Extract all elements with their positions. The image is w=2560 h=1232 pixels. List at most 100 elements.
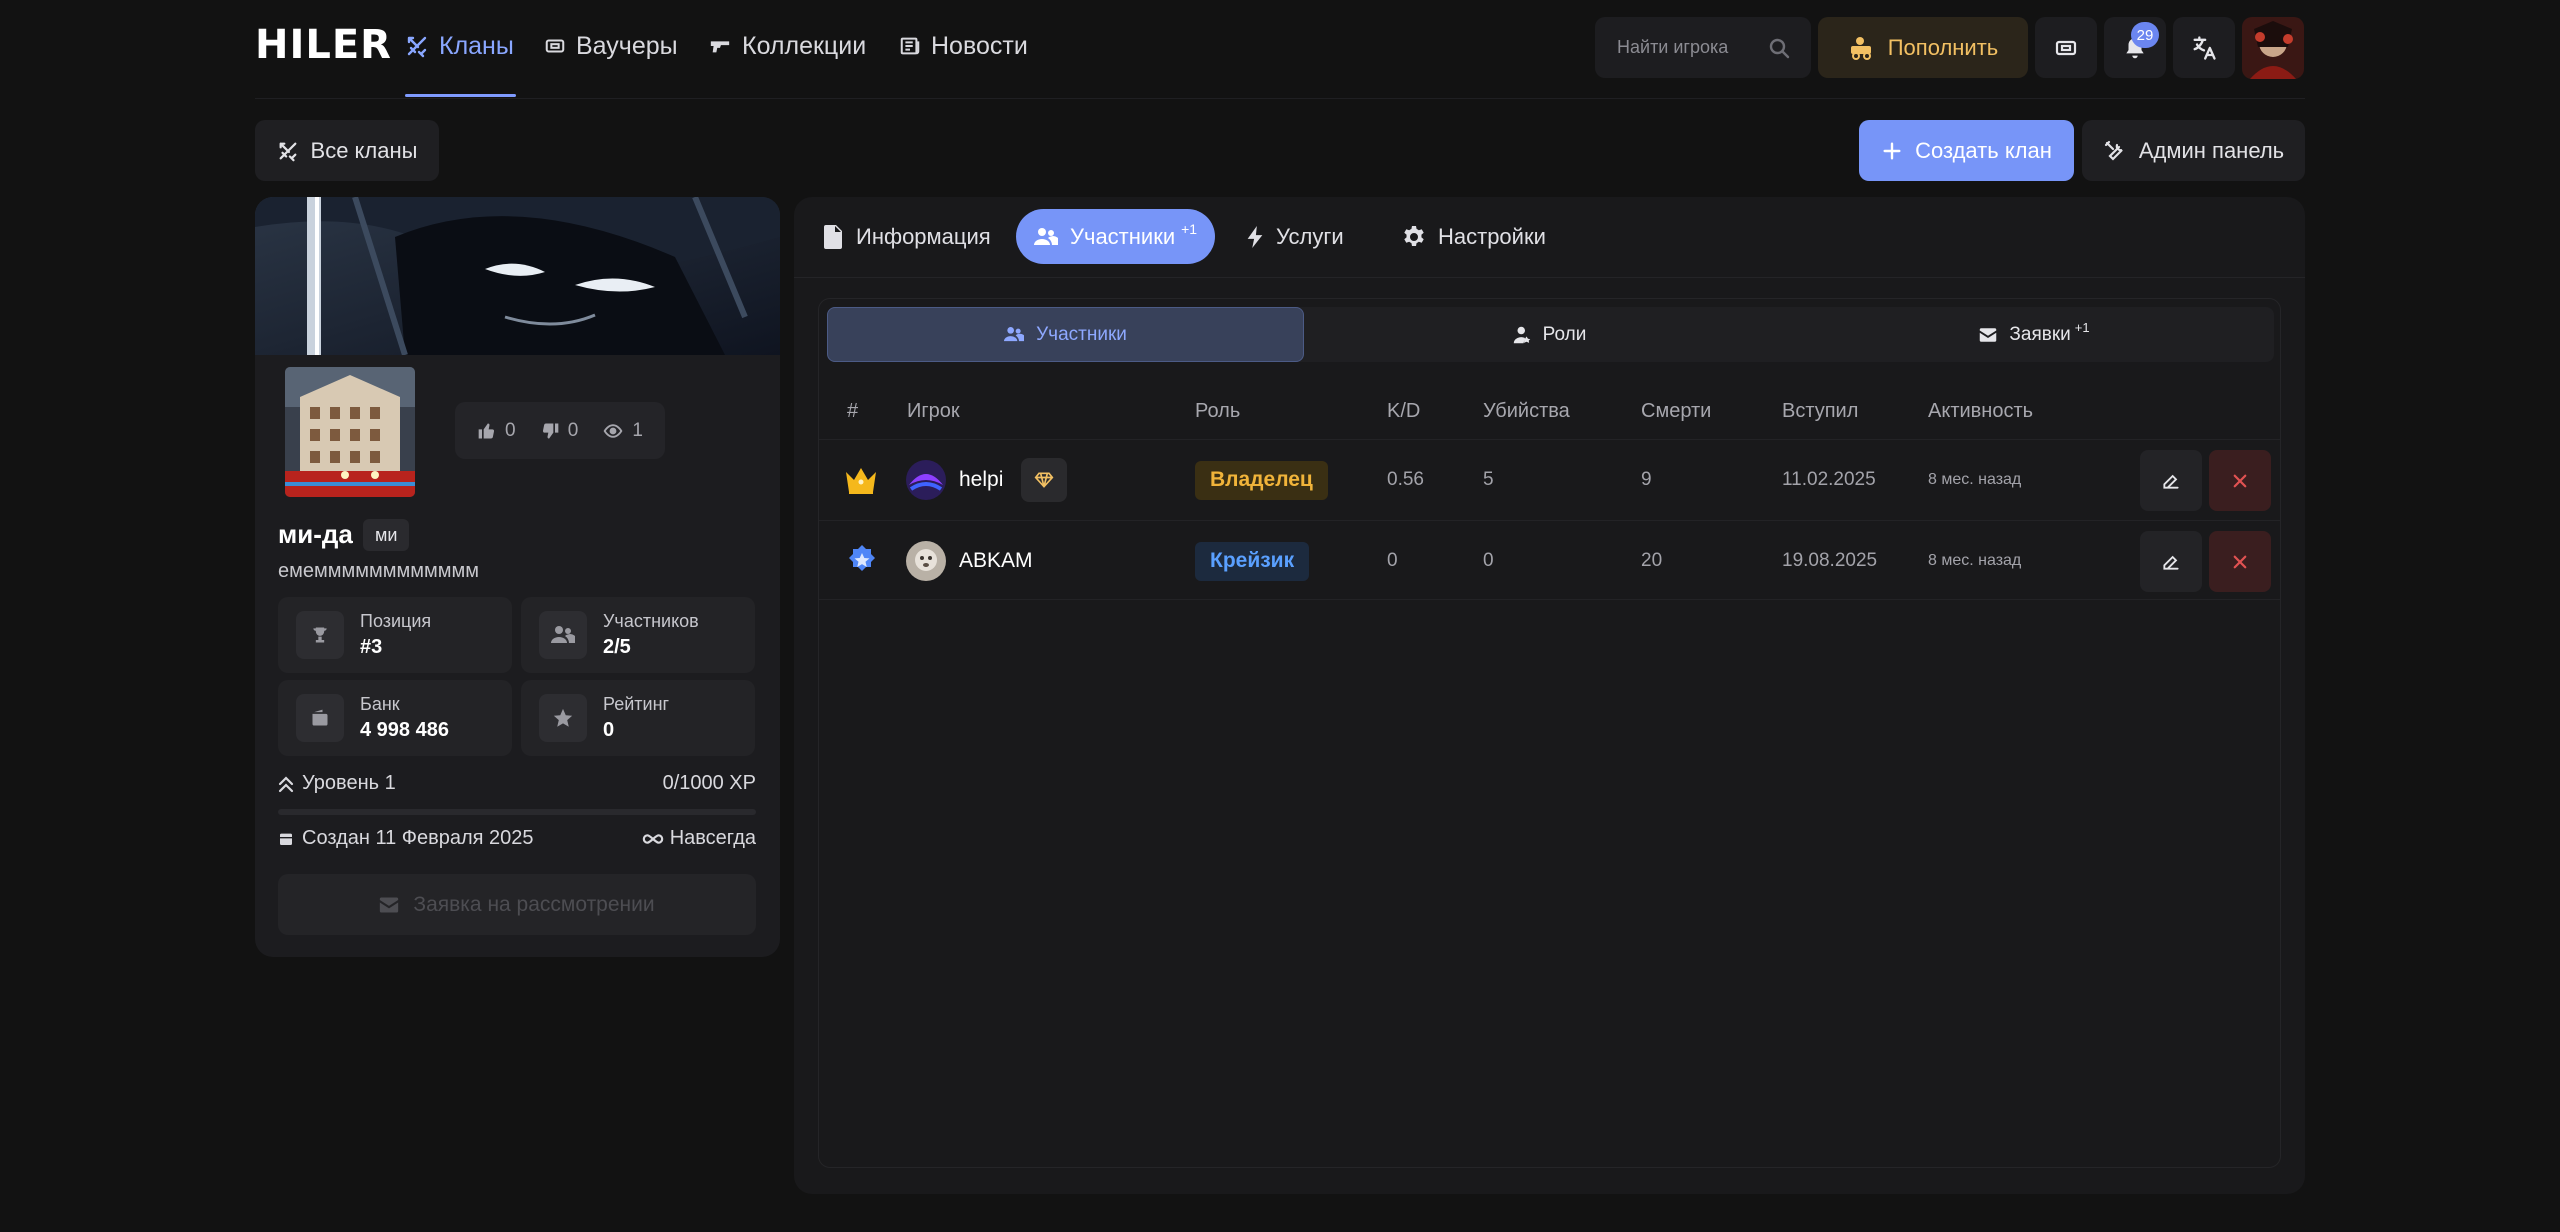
tab-services-label: Услуги	[1276, 223, 1344, 249]
newspaper-icon	[899, 35, 921, 57]
tab-settings-label: Настройки	[1438, 223, 1546, 249]
edit-member-button[interactable]	[2140, 450, 2202, 511]
brand-logo[interactable]: HILER	[255, 22, 392, 68]
apply-pending-label: Заявка на рассмотрении	[413, 892, 655, 916]
views-counter: 1	[602, 420, 643, 442]
tab-members[interactable]: Участники +1	[1016, 209, 1216, 264]
subtab-requests[interactable]: Заявки +1	[1796, 307, 2273, 362]
user-tag-icon	[1513, 326, 1531, 344]
wallet-icon	[296, 694, 344, 742]
translate-icon	[2190, 34, 2218, 62]
clan-reactions: 0 0 1	[455, 402, 665, 459]
calendar-icon	[278, 831, 294, 847]
nav-vouchers[interactable]: Ваучеры	[544, 28, 678, 64]
player-cell[interactable]: helpi	[905, 440, 1068, 520]
users-icon	[1034, 227, 1058, 247]
dislike-counter[interactable]: 0	[540, 419, 579, 442]
nav-clans[interactable]: Кланы	[405, 28, 514, 64]
player-cell[interactable]: ABKAM	[905, 521, 1033, 601]
stat-bank-value: 4 998 486	[360, 719, 449, 741]
table-row[interactable]: ABKAM Крейзик 0 0 20 19.08.2025 8 мес. н…	[819, 520, 2280, 600]
clan-banner	[255, 197, 780, 355]
player-search[interactable]	[1595, 17, 1811, 78]
stat-members-label: Участников	[603, 611, 699, 631]
remove-member-button[interactable]	[2209, 450, 2271, 511]
tab-settings[interactable]: Настройки	[1384, 209, 1564, 264]
mail-icon	[1979, 327, 1997, 342]
deaths-cell: 20	[1641, 550, 1663, 571]
joined-cell: 19.08.2025	[1782, 550, 1878, 571]
thumbs-down-icon	[540, 421, 560, 441]
swords-icon	[405, 34, 429, 58]
edit-icon	[2161, 471, 2181, 491]
tab-members-label: Участники	[1070, 223, 1176, 249]
player-name: helpi	[959, 468, 1004, 491]
admin-panel-button[interactable]: Админ панель	[2082, 120, 2305, 181]
users-icon	[539, 611, 587, 659]
tabs-divider	[794, 277, 2305, 278]
col-kills-header: Убийства	[1483, 400, 1570, 422]
player-search-input[interactable]	[1617, 37, 1767, 58]
nav-collections[interactable]: Коллекции	[708, 28, 866, 64]
col-rank-header: #	[847, 400, 859, 422]
user-avatar[interactable]	[2242, 17, 2304, 79]
player-avatar	[905, 459, 947, 501]
role-badge: Владелец	[1195, 460, 1328, 500]
close-icon	[2231, 472, 2249, 490]
col-joined-header: Вступил	[1782, 400, 1859, 422]
tab-info[interactable]: Информация	[806, 209, 1009, 264]
subtab-requests-count: +1	[2074, 320, 2090, 335]
clan-avatar	[282, 364, 418, 500]
edit-icon	[2161, 552, 2181, 572]
nav-clans-label: Кланы	[439, 31, 514, 60]
created-label: Создан 11 Февраля 2025	[302, 827, 534, 849]
kd-cell: 0.56	[1387, 469, 1424, 490]
col-role-header: Роль	[1195, 400, 1241, 422]
document-icon	[824, 224, 844, 249]
role-badge: Крейзик	[1195, 541, 1310, 581]
deaths-cell: 9	[1641, 469, 1652, 490]
tab-info-label: Информация	[856, 223, 991, 249]
player-name: ABKAM	[959, 549, 1033, 572]
like-counter[interactable]: 0	[477, 420, 516, 442]
chevrons-up-icon	[278, 775, 294, 793]
create-clan-button[interactable]: Создать клан	[1859, 120, 2074, 181]
nav-news-label: Новости	[931, 31, 1028, 60]
tab-members-count: +1	[1181, 220, 1198, 237]
ticket-icon	[544, 35, 566, 57]
edit-member-button[interactable]	[2140, 531, 2202, 592]
role-cell: Владелец	[1195, 440, 1328, 520]
subtab-members[interactable]: Участники	[827, 307, 1304, 362]
apply-pending-button[interactable]: Заявка на рассмотрении	[278, 874, 756, 935]
views-count: 1	[632, 419, 643, 441]
nav-news[interactable]: Новости	[899, 28, 1028, 64]
nav-vouchers-label: Ваучеры	[576, 31, 678, 60]
remove-member-button[interactable]	[2209, 531, 2271, 592]
all-clans-button[interactable]: Все кланы	[255, 120, 439, 181]
topup-button[interactable]: Пополнить	[1818, 17, 2028, 78]
nav-divider	[255, 98, 2305, 99]
members-container: Участники Роли Заявки +1 # Игрок Роль K/…	[818, 298, 2281, 1168]
joined-cell: 11.02.2025	[1782, 469, 1876, 490]
language-button[interactable]	[2173, 17, 2235, 78]
vouchers-button[interactable]	[2035, 17, 2097, 78]
tab-services[interactable]: Услуги	[1228, 209, 1362, 264]
clan-details-panel: Информация Участники +1 Услуги Настройки…	[794, 197, 2305, 1194]
search-icon[interactable]	[1767, 36, 1791, 60]
table-row[interactable]: helpi Владелец 0.56 5 9 11.02.2025 8 мес…	[819, 439, 2280, 519]
users-icon	[1004, 326, 1025, 343]
subtab-roles-label: Роли	[1542, 323, 1587, 345]
all-clans-label: Все кланы	[310, 137, 418, 163]
admin-panel-label: Админ панель	[2138, 137, 2285, 163]
eye-icon	[602, 421, 624, 441]
gun-icon	[708, 35, 732, 57]
role-cell: Крейзик	[1195, 521, 1310, 601]
clan-card: 0 0 1 ми-да ми емемммммммммммм Позиция #…	[255, 197, 780, 957]
subtab-roles[interactable]: Роли	[1311, 307, 1788, 362]
close-icon	[2231, 553, 2249, 571]
ticket-icon	[2054, 36, 2078, 60]
activity-cell: 8 мес. назад	[1928, 552, 2022, 569]
dislike-count: 0	[567, 419, 579, 441]
stat-bank-label: Банк	[360, 694, 400, 714]
star-icon	[539, 694, 587, 742]
